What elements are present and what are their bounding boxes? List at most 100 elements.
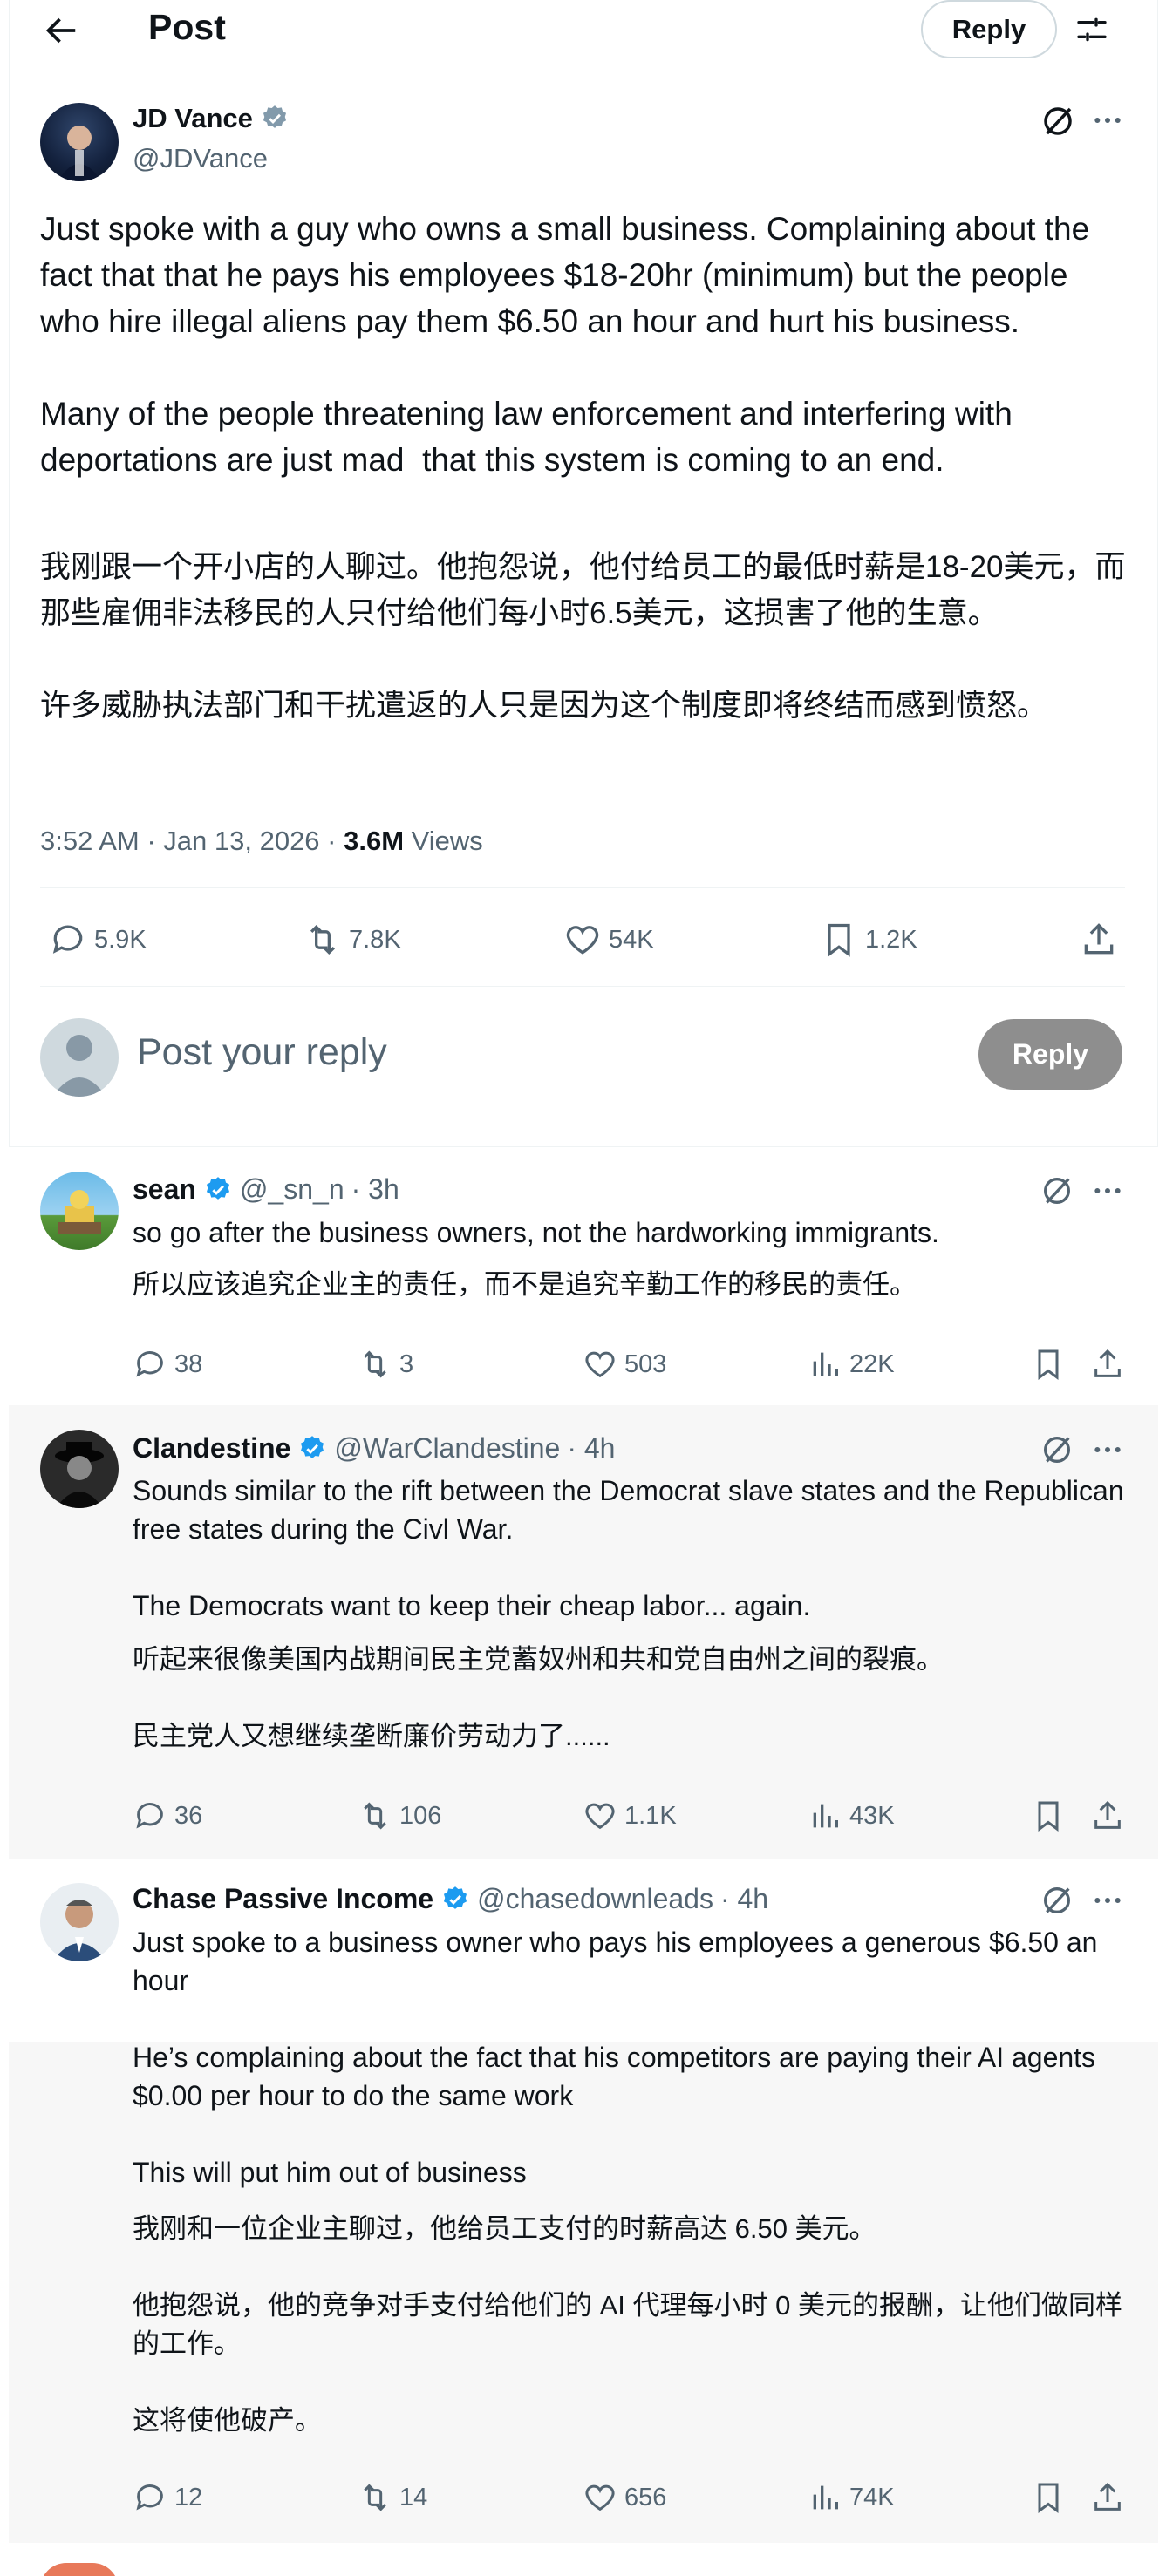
repost-icon — [364, 2484, 386, 2511]
repost-action[interactable]: 3 — [358, 1347, 413, 1382]
reply-text-en: so go after the business owners, not the… — [133, 1217, 939, 1248]
more-icon[interactable] — [1090, 1173, 1125, 1208]
grok-icon[interactable] — [1040, 103, 1076, 139]
reply-author-handle[interactable]: @WarClandestine — [334, 1432, 560, 1465]
reply-text-en: Just spoke to a business owner who pays … — [133, 1927, 1106, 1996]
bookmark-count: 1.2K — [865, 925, 917, 954]
reply-text-cn: 所以应该追究企业主的责任，而不是追究辛勤工作的移民的责任。 — [133, 1269, 917, 1300]
views-label: Views — [404, 826, 483, 856]
reply-action[interactable]: 12 — [133, 2480, 202, 2515]
reply-icon — [136, 1351, 163, 1377]
repost-icon — [364, 1802, 386, 1830]
reply-count: 38 — [174, 1349, 203, 1378]
views-count: 74K — [849, 2483, 895, 2511]
views-icon — [813, 2485, 838, 2510]
bookmark-icon[interactable] — [1031, 1347, 1066, 1382]
reply-icon — [52, 925, 83, 954]
grok-icon[interactable] — [1040, 1173, 1074, 1208]
reply-author-name[interactable]: Chase Passive Income — [133, 1883, 433, 1915]
like-icon — [585, 1351, 615, 1378]
bookmark-icon — [828, 923, 850, 957]
reply-count: 5.9K — [94, 925, 147, 954]
author-handle[interactable]: @JDVance — [133, 143, 268, 174]
reply-icon — [136, 1803, 163, 1829]
like-action[interactable]: 503 — [583, 1347, 666, 1382]
back-arrow-icon[interactable] — [40, 10, 80, 51]
repost-action[interactable]: 14 — [358, 2480, 427, 2515]
share-icon[interactable] — [1090, 2480, 1125, 2515]
avatar[interactable] — [40, 1883, 119, 1961]
views-action[interactable]: 22K — [808, 1347, 895, 1382]
repost-action[interactable]: 7.8K — [303, 921, 401, 959]
verified-icon — [206, 1176, 229, 1200]
reply-author-name[interactable]: Clandestine — [133, 1432, 290, 1465]
repost-icon — [364, 1350, 386, 1378]
like-action[interactable]: 656 — [583, 2480, 666, 2515]
repost-count: 106 — [399, 1801, 442, 1830]
reply-text-en: Sounds similar to the rift between the D… — [133, 1475, 1124, 1621]
share-icon[interactable] — [1080, 921, 1118, 959]
post-timestamp[interactable]: 3:52 AM · Jan 13, 2026 · — [40, 826, 344, 856]
views-icon — [813, 1804, 838, 1828]
post-text-cn: 我刚跟一个开小店的人聊过。他抱怨说，他付给员工的最低时薪是18-20美元，而那些… — [40, 550, 1126, 723]
bookmark-icon[interactable] — [1031, 2480, 1066, 2515]
reply-submit-button[interactable]: Reply — [978, 1019, 1122, 1090]
repost-action[interactable]: 106 — [358, 1798, 441, 1833]
post-text-en: Just spoke with a guy who owns a small b… — [40, 211, 1090, 478]
reply-action[interactable]: 38 — [133, 1347, 202, 1382]
post-meta: 3:52 AM · Jan 13, 2026 · 3.6M Views — [40, 826, 483, 857]
reply-author-handle[interactable]: @chasedownleads — [477, 1883, 713, 1915]
like-count: 503 — [624, 1349, 667, 1378]
like-icon — [566, 926, 599, 955]
verified-icon — [444, 1886, 467, 1909]
grok-icon[interactable] — [1040, 1883, 1074, 1918]
repost-count: 14 — [399, 2483, 428, 2511]
reply-count: 36 — [174, 1801, 203, 1830]
repost-icon — [310, 924, 336, 955]
grok-icon[interactable] — [1040, 1432, 1074, 1467]
more-icon[interactable] — [1090, 103, 1125, 138]
header-reply-button[interactable]: Reply — [921, 0, 1057, 58]
reply-input[interactable]: Post your reply — [137, 1031, 387, 1074]
avatar[interactable] — [40, 1430, 119, 1508]
verified-icon — [263, 105, 286, 128]
reply-item-partial[interactable] — [9, 2543, 1158, 2576]
views-action[interactable]: 43K — [808, 1798, 895, 1833]
like-count: 54K — [609, 925, 654, 954]
like-action[interactable]: 54K — [563, 921, 654, 959]
divider — [40, 887, 1125, 888]
avatar[interactable] — [40, 103, 119, 181]
reply-action[interactable]: 36 — [133, 1798, 202, 1833]
views-icon — [813, 1352, 838, 1376]
views-count: 3.6M — [344, 826, 405, 856]
share-icon[interactable] — [1090, 1347, 1125, 1382]
avatar[interactable] — [40, 1172, 119, 1250]
reply-text-cn: 我刚和一位企业主聊过，他给员工支付的时薪高达 6.50 美元。 他抱怨说，他的竞… — [133, 2213, 1122, 2436]
bookmark-action[interactable]: 1.2K — [820, 921, 917, 959]
more-icon[interactable] — [1090, 1883, 1125, 1918]
share-icon[interactable] — [1090, 1798, 1125, 1833]
reply-text-cn: 听起来很像美国内战期间民主党蓄奴州和共和党自由州之间的裂痕。 民主党人又想继续垄… — [133, 1644, 944, 1751]
divider — [40, 986, 1125, 987]
views-count: 22K — [849, 1349, 895, 1378]
filter-icon[interactable] — [1073, 12, 1111, 47]
more-icon[interactable] — [1090, 1432, 1125, 1467]
like-icon — [585, 2484, 615, 2511]
like-icon — [585, 1803, 615, 1830]
reply-time: · 4h — [719, 1883, 769, 1914]
reply-time: · 3h — [351, 1173, 399, 1205]
like-count: 656 — [624, 2483, 667, 2511]
like-action[interactable]: 1.1K — [583, 1798, 677, 1833]
reply-text-en-continued: He’s complaining about the fact that his… — [133, 2042, 1096, 2188]
repost-count: 3 — [399, 1349, 414, 1378]
like-count: 1.1K — [624, 1801, 677, 1830]
reply-action[interactable]: 5.9K — [49, 921, 147, 959]
avatar — [40, 1018, 119, 1097]
reply-time: · 4h — [567, 1432, 616, 1464]
reply-count: 12 — [174, 2483, 203, 2511]
views-action[interactable]: 74K — [808, 2480, 895, 2515]
reply-author-handle[interactable]: @_sn_n — [240, 1173, 344, 1206]
author-name[interactable]: JD Vance — [133, 103, 253, 134]
bookmark-icon[interactable] — [1031, 1798, 1066, 1833]
reply-author-name[interactable]: sean — [133, 1173, 196, 1206]
